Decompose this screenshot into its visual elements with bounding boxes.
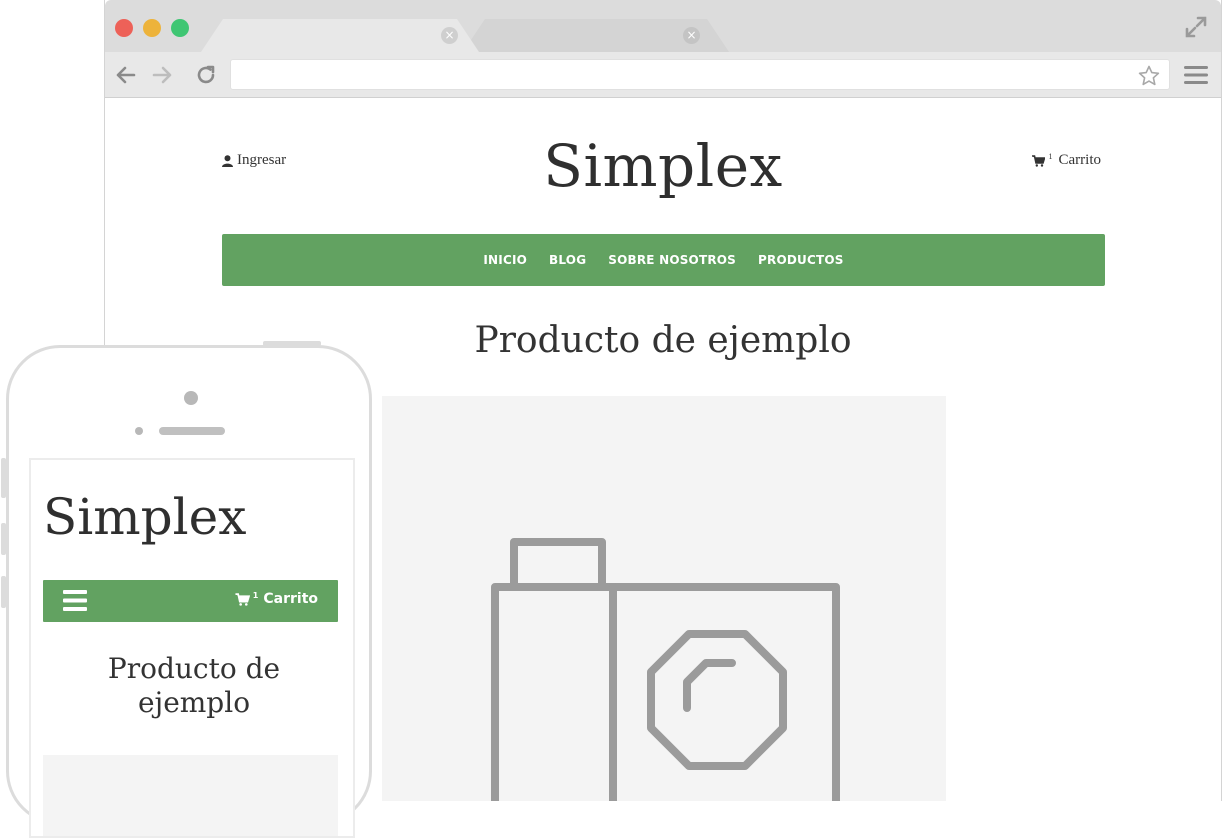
mobile-cart-link[interactable]: 1 Carrito bbox=[235, 591, 318, 607]
mobile-cart-count: 1 bbox=[252, 590, 259, 600]
nav-item-sobre-nosotros[interactable]: SOBRE NOSOTROS bbox=[608, 253, 736, 267]
tab-close-icon[interactable]: × bbox=[683, 27, 700, 44]
nav-item-productos[interactable]: PRODUCTOS bbox=[758, 253, 844, 267]
phone-screen: Simplex 1 Carrito Producto de ejemplo bbox=[29, 458, 355, 838]
maximize-window-button[interactable] bbox=[171, 19, 189, 37]
phone-volume-button bbox=[1, 458, 6, 498]
tab-active[interactable]: × bbox=[201, 19, 479, 52]
reload-icon[interactable] bbox=[194, 63, 218, 87]
hamburger-icon[interactable] bbox=[1184, 66, 1208, 84]
tab-bar: × × bbox=[105, 0, 1221, 52]
minimize-window-button[interactable] bbox=[143, 19, 161, 37]
arrow-left-icon[interactable] bbox=[114, 63, 138, 87]
phone-speaker bbox=[159, 427, 225, 435]
phone-power-button bbox=[263, 341, 321, 346]
phone-volume-button bbox=[1, 576, 6, 608]
nav-item-inicio[interactable]: INICIO bbox=[483, 253, 527, 267]
url-input[interactable] bbox=[231, 60, 1131, 89]
phone-sensor bbox=[135, 427, 143, 435]
tab-inactive[interactable]: × bbox=[463, 19, 783, 52]
mobile-site-logo[interactable]: Simplex bbox=[43, 488, 246, 546]
star-icon[interactable] bbox=[1137, 64, 1161, 88]
camera-icon bbox=[491, 538, 840, 801]
cart-link[interactable]: 1 Carrito bbox=[1031, 152, 1102, 169]
cart-count: 1 bbox=[1048, 152, 1053, 161]
tab-close-icon[interactable]: × bbox=[441, 27, 458, 44]
cart-label: Carrito bbox=[1058, 152, 1102, 168]
phone-volume-button bbox=[1, 523, 6, 555]
close-window-button[interactable] bbox=[115, 19, 133, 37]
mobile-product-title-line: Producto de bbox=[107, 652, 281, 685]
product-image-placeholder[interactable] bbox=[382, 396, 946, 801]
browser-toolbar bbox=[105, 52, 1221, 98]
mobile-navigation: 1 Carrito bbox=[43, 580, 338, 622]
phone-camera bbox=[184, 391, 198, 405]
hamburger-icon[interactable] bbox=[63, 590, 87, 611]
mobile-product-image-placeholder[interactable] bbox=[43, 755, 338, 836]
expand-icon[interactable] bbox=[1185, 16, 1207, 38]
nav-item-blog[interactable]: BLOG bbox=[549, 253, 586, 267]
main-navigation: INICIO BLOG SOBRE NOSOTROS PRODUCTOS bbox=[222, 234, 1105, 286]
cart-icon bbox=[1031, 154, 1045, 167]
mobile-product-title-line: ejemplo bbox=[137, 686, 251, 719]
address-bar[interactable] bbox=[230, 59, 1170, 90]
mobile-cart-label: Carrito bbox=[263, 591, 318, 607]
phone-mockup: Simplex 1 Carrito Producto de ejemplo bbox=[1, 341, 372, 838]
arrow-right-icon[interactable] bbox=[150, 63, 174, 87]
cart-icon bbox=[235, 592, 250, 606]
mobile-product-title: Producto de ejemplo bbox=[31, 652, 353, 720]
